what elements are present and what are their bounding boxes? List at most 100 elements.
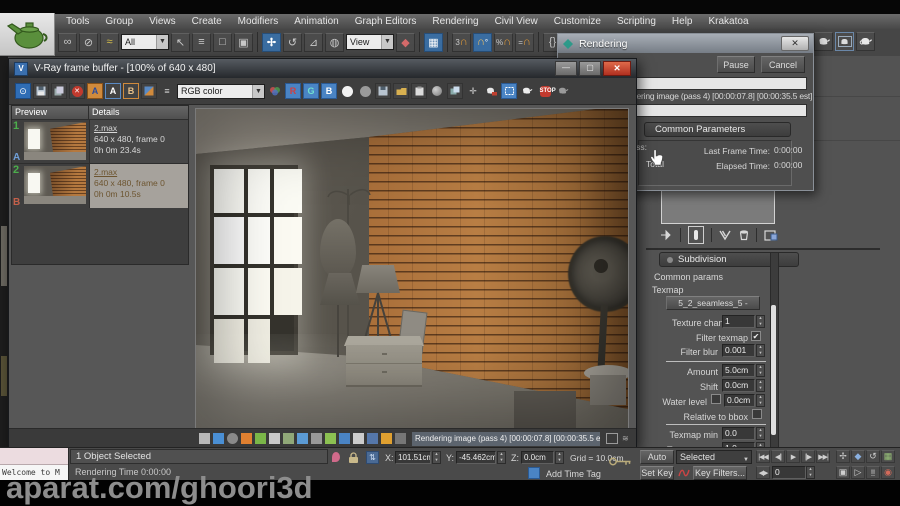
preview-column-header[interactable]: Preview	[12, 106, 89, 119]
keyboard-shortcut-override-icon[interactable]: ▦	[424, 32, 443, 52]
amount-spinner[interactable]: ▲ ▼	[756, 364, 765, 377]
application-logo[interactable]	[0, 13, 55, 56]
minimize-button[interactable]: —	[555, 61, 577, 76]
gray-level-icon[interactable]	[357, 83, 373, 99]
pan-view-icon[interactable]: ✢	[836, 450, 850, 463]
menu-graph-editors[interactable]: Graph Editors	[347, 14, 425, 29]
menu-help[interactable]: Help	[664, 14, 701, 29]
selection-set-dropdown[interactable]: Selected ▼	[676, 450, 752, 464]
rectangular-selection-region-icon[interactable]: □	[213, 32, 232, 52]
vfb-status-icon[interactable]	[283, 433, 294, 444]
filter-blur-spinner[interactable]: ▲ ▼	[756, 344, 765, 357]
menu-create[interactable]: Create	[184, 14, 230, 29]
new-key-filter-icon[interactable]	[678, 467, 690, 479]
z-coordinate-field[interactable]: 0.0cm	[521, 451, 554, 464]
make-unique-icon[interactable]	[719, 230, 732, 241]
menu-views[interactable]: Views	[141, 14, 184, 29]
orbit-icon[interactable]: ↺	[866, 450, 880, 463]
menu-rendering[interactable]: Rendering	[424, 14, 486, 29]
pivot-center-icon[interactable]: ◍	[325, 32, 344, 52]
vfb-status-icon[interactable]	[199, 433, 210, 444]
compare-images-icon[interactable]	[447, 83, 463, 99]
water-level-checkbox[interactable]	[711, 394, 721, 404]
filter-texmap-checkbox[interactable]: ✔	[751, 331, 761, 341]
frame-spinner[interactable]: ▲ ▼	[806, 466, 815, 479]
vfb-status-icon[interactable]	[255, 433, 266, 444]
menu-customize[interactable]: Customize	[546, 14, 609, 29]
vfb-status-icon[interactable]	[381, 433, 392, 444]
listener-macro-row[interactable]	[0, 448, 68, 465]
red-channel-icon[interactable]: R	[285, 83, 301, 99]
monochrome-icon[interactable]: B	[123, 83, 139, 99]
stamp-icon[interactable]	[429, 83, 445, 99]
blue-channel-icon[interactable]: B	[321, 83, 337, 99]
vfb-titlebar[interactable]: V V-Ray frame buffer - [100% of 640 x 48…	[9, 59, 636, 78]
menu-group[interactable]: Group	[97, 14, 141, 29]
set-key-button[interactable]: Set Key	[640, 466, 674, 480]
x-spinner[interactable]: ▲ ▼	[432, 451, 441, 464]
maximize-viewport-toggle-icon[interactable]: ◉	[881, 466, 895, 479]
vfb-status-icon[interactable]	[367, 433, 378, 444]
show-end-result-icon[interactable]	[688, 226, 704, 244]
close-button[interactable]: ✕	[603, 61, 631, 76]
cancel-button[interactable]: Cancel	[761, 56, 805, 73]
previous-frame-button[interactable]: ◀||	[771, 450, 785, 463]
x-coordinate-field[interactable]: 101.51cm	[395, 451, 431, 464]
window-crossing-icon[interactable]: ▣	[234, 32, 253, 52]
add-time-tag[interactable]: Add Time Tag	[546, 470, 601, 479]
spinner-snap-toggle-icon[interactable]: = ∩	[515, 32, 534, 52]
save-image-icon[interactable]	[33, 83, 49, 99]
details-column-header[interactable]: Details	[89, 106, 188, 119]
water-level-spinner[interactable]: ▲ ▼	[756, 394, 765, 407]
render-gray-icon[interactable]	[555, 83, 571, 99]
reference-coordinate-dropdown[interactable]: View ▼	[346, 34, 394, 50]
pin-stack-icon[interactable]	[660, 229, 673, 241]
panel-scrollbar-thumb[interactable]	[771, 305, 776, 435]
walk-through-icon[interactable]: ‼	[866, 466, 880, 479]
filter-blur-field[interactable]: 0.001	[722, 344, 755, 357]
texmap-min-spinner[interactable]: ▲ ▼	[756, 427, 765, 440]
bind-to-space-warp-icon[interactable]: ≈	[100, 32, 119, 52]
auto-key-button[interactable]: Auto Key	[640, 450, 674, 475]
show-alpha-icon[interactable]: A	[87, 83, 103, 99]
modifier-stack-list[interactable]	[661, 186, 775, 224]
texture-chan-spinner[interactable]: ▲ ▼	[756, 315, 765, 328]
vfb-status-icon[interactable]	[269, 433, 280, 444]
isolate-selection-icon[interactable]: ▦	[881, 450, 895, 463]
menu-krakatoa[interactable]: Krakatoa	[700, 14, 756, 29]
remove-modifier-icon[interactable]	[739, 229, 749, 241]
selection-lock-icon[interactable]	[348, 452, 360, 464]
select-and-scale-icon[interactable]: ⊿	[304, 32, 323, 52]
shift-field[interactable]: 0.0cm	[722, 379, 755, 392]
vfb-resize-icon[interactable]	[606, 433, 618, 444]
percent-snap-toggle-icon[interactable]: % ∩	[494, 32, 513, 52]
clear-image-icon[interactable]: ✕	[69, 83, 85, 99]
panel-scrollbar[interactable]	[770, 252, 779, 449]
go-to-start-button[interactable]: |◀◀	[756, 450, 770, 463]
y-spinner[interactable]: ▲ ▼	[497, 451, 506, 464]
render-setup-icon[interactable]	[814, 32, 833, 51]
zoom-extents-icon[interactable]: ◆	[851, 450, 865, 463]
vfb-status-icon[interactable]	[227, 433, 238, 444]
history-row-2[interactable]: 2 B 2.max 640 x 480, frame 0 0h 0m 10.5s	[12, 163, 188, 208]
texmap-file-button[interactable]: 5_2_seamless_5 - Copy.jpg)	[666, 296, 760, 310]
dialog-close-button[interactable]: ✕	[781, 36, 809, 51]
vfb-status-icon[interactable]	[325, 433, 336, 444]
menu-modifiers[interactable]: Modifiers	[230, 14, 287, 29]
select-and-manipulate-icon[interactable]: ◆	[396, 32, 415, 52]
color-corrections-icon[interactable]	[141, 83, 157, 99]
water-level-field[interactable]: 0.0cm	[724, 394, 755, 407]
vfb-status-icon[interactable]	[311, 433, 322, 444]
angle-snap-toggle-icon[interactable]: ∩ °	[473, 32, 492, 52]
relative-to-bbox-checkbox[interactable]	[752, 409, 762, 419]
duplicate-to-host-icon[interactable]	[51, 83, 67, 99]
selection-filter-dropdown[interactable]: All ▼	[121, 34, 169, 50]
next-frame-button[interactable]: ||▶	[801, 450, 815, 463]
absolute-offset-mode-icon[interactable]: ⇅	[366, 451, 379, 464]
key-filters-button[interactable]: Key Filters...	[693, 466, 747, 480]
menu-tools[interactable]: Tools	[58, 14, 97, 29]
vfb-status-icon[interactable]	[339, 433, 350, 444]
vfb-status-icon[interactable]	[297, 433, 308, 444]
menu-civil-view[interactable]: Civil View	[487, 14, 546, 29]
vfb-status-icon[interactable]	[241, 433, 252, 444]
